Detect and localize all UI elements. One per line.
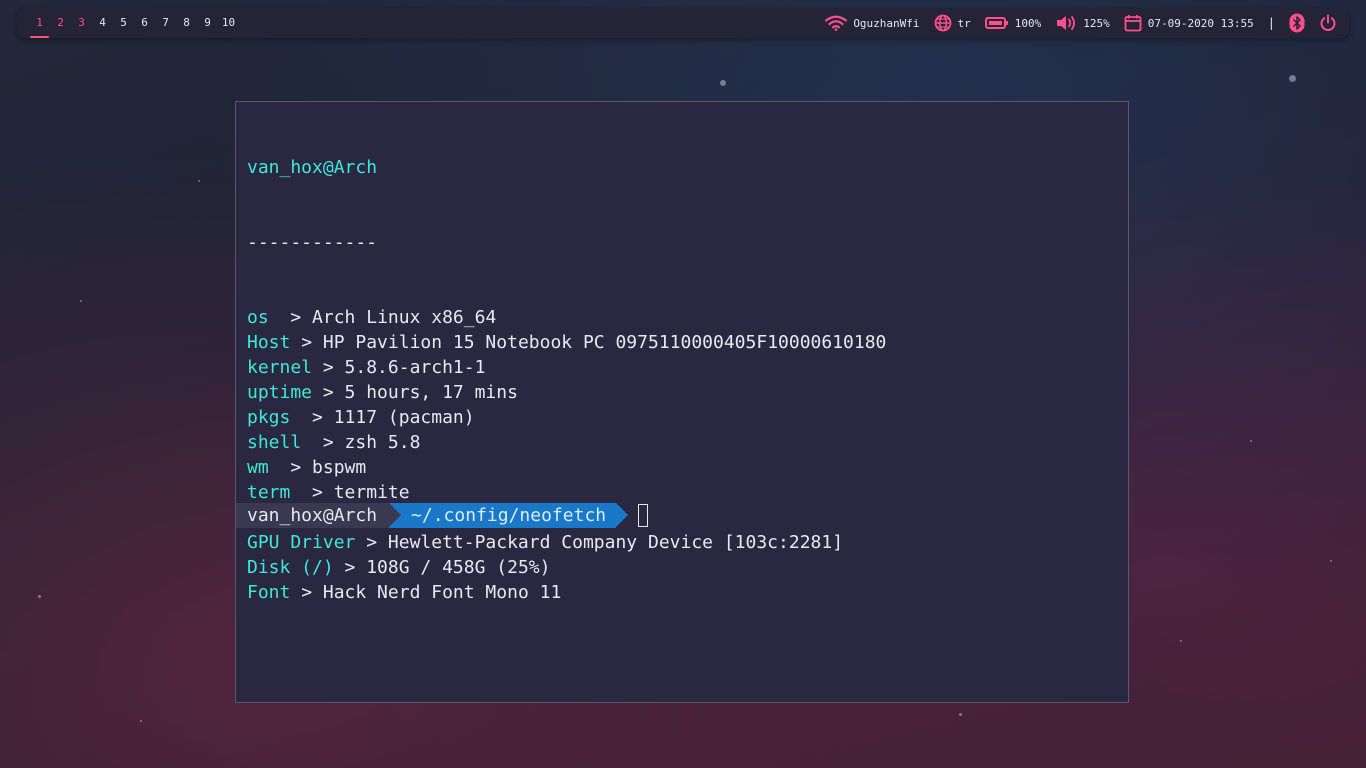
bluetooth-icon [1289, 13, 1305, 33]
info-padding [269, 307, 291, 328]
wifi-icon [825, 15, 848, 31]
info-value: > 108G / 458G (25%) [344, 557, 551, 578]
background-star [1180, 640, 1182, 642]
workspace-7[interactable]: 7 [155, 8, 176, 38]
background-star [720, 80, 726, 86]
background-star [80, 300, 82, 302]
info-key: Disk (/) [247, 557, 334, 578]
info-padding [290, 407, 312, 428]
info-padding [301, 432, 323, 453]
prompt-directory-segment: ~/.config/neofetch [389, 503, 629, 528]
info-padding [355, 532, 366, 553]
background-star [140, 720, 142, 722]
power-icon [1319, 14, 1337, 32]
info-key: term [247, 482, 291, 503]
info-value: > 5 hours, 17 mins [322, 382, 518, 403]
calendar-icon [1124, 14, 1142, 32]
neofetch-info-row: uptime > 5 hours, 17 mins [247, 380, 886, 405]
neofetch-header: van_hox@Arch [247, 157, 378, 178]
workspace-5[interactable]: 5 [113, 8, 134, 38]
info-value: > 1117 (pacman) [312, 407, 475, 428]
workspace-6[interactable]: 6 [134, 8, 155, 38]
info-key: pkgs [247, 407, 291, 428]
volume-level: 125% [1083, 16, 1110, 30]
info-value: > 5.8.6-arch1-1 [322, 357, 486, 378]
workspace-10[interactable]: 10 [218, 8, 239, 38]
shell-prompt[interactable]: van_hox@Arch ~/.config/neofetch [236, 503, 649, 528]
info-key: GPU Driver [247, 532, 356, 553]
info-key: wm [247, 457, 269, 478]
info-value: > bspwm [290, 457, 367, 478]
background-star [1330, 560, 1332, 562]
terminal-cursor [638, 504, 649, 527]
background-star [1250, 440, 1252, 442]
info-value: > zsh 5.8 [322, 432, 421, 453]
terminal-window[interactable]: van_hox@Arch ------------ os > Arch Linu… [235, 101, 1129, 703]
volume-icon [1055, 14, 1077, 32]
neofetch-info-row: kernel > 5.8.6-arch1-1 [247, 355, 886, 380]
bar-separator: | [1267, 16, 1275, 30]
neofetch-underline: ------------ [247, 232, 378, 253]
workspace-1[interactable]: 1 [29, 8, 50, 38]
info-value: > Hewlett-Packard Company Device [103c:2… [366, 532, 844, 553]
battery-module[interactable]: 100% [984, 16, 1042, 30]
globe-icon [934, 14, 952, 32]
date-module[interactable]: 07-09-2020 13:55 [1124, 14, 1254, 32]
info-padding [269, 457, 291, 478]
neofetch-info-row: pkgs > 1117 (pacman) [247, 405, 886, 430]
bar-modules: OguzhanWfi tr 100% 125% 07-09-2020 13:55… [811, 8, 1337, 38]
battery-level: 100% [1014, 16, 1042, 30]
keyboard-layout-label: tr [957, 16, 971, 30]
info-key: uptime [247, 382, 313, 403]
neofetch-info-row: term > termite [247, 480, 886, 505]
info-key: shell [247, 432, 302, 453]
background-star [959, 713, 962, 716]
info-value: > Hack Nerd Font Mono 11 [301, 582, 562, 603]
info-padding [290, 582, 301, 603]
background-star [198, 180, 200, 182]
workspace-4[interactable]: 4 [92, 8, 113, 38]
info-value: > termite [312, 482, 410, 503]
neofetch-info-list: os > Arch Linux x86_64 Host > HP Pavilion… [247, 305, 886, 605]
prompt-user-segment: van_hox@Arch [236, 503, 402, 528]
date-time: 07-09-2020 13:55 [1147, 16, 1254, 30]
neofetch-info-row: Host > HP Pavilion 15 Notebook PC 097511… [247, 330, 886, 355]
info-padding [290, 482, 312, 503]
info-key: os [247, 307, 269, 328]
info-padding [334, 557, 345, 578]
battery-icon [984, 16, 1009, 30]
volume-module[interactable]: 125% [1055, 14, 1110, 32]
info-key: Font [247, 582, 291, 603]
wifi-module[interactable]: OguzhanWfi [825, 15, 920, 31]
keyboard-layout-module[interactable]: tr [934, 14, 971, 32]
bluetooth-button[interactable] [1289, 13, 1305, 33]
info-padding [312, 357, 323, 378]
neofetch-output: van_hox@Arch ------------ os > Arch Linu… [247, 105, 886, 655]
power-button[interactable] [1319, 14, 1337, 32]
wifi-ssid: OguzhanWfi [853, 16, 920, 30]
background-star [38, 595, 41, 598]
status-bar: 1 2 3 4 5 6 7 8 9 10 OguzhanWfi tr 100% … [17, 8, 1349, 38]
info-key: kernel [247, 357, 313, 378]
neofetch-info-row: GPU Driver > Hewlett-Packard Company Dev… [247, 530, 886, 555]
workspace-2[interactable]: 2 [50, 8, 71, 38]
info-padding [312, 382, 323, 403]
info-value: > HP Pavilion 15 Notebook PC 09751100004… [301, 332, 887, 353]
background-star [1289, 75, 1296, 82]
info-padding [290, 332, 301, 353]
workspace-3[interactable]: 3 [71, 8, 92, 38]
neofetch-info-row: os > Arch Linux x86_64 [247, 305, 886, 330]
workspace-9[interactable]: 9 [197, 8, 218, 38]
neofetch-info-row: Disk (/) > 108G / 458G (25%) [247, 555, 886, 580]
neofetch-info-row: wm > bspwm [247, 455, 886, 480]
info-key: Host [247, 332, 291, 353]
workspace-8[interactable]: 8 [176, 8, 197, 38]
workspace-list: 1 2 3 4 5 6 7 8 9 10 [29, 8, 239, 38]
info-value: > Arch Linux x86_64 [290, 307, 497, 328]
neofetch-info-row: shell > zsh 5.8 [247, 430, 886, 455]
neofetch-info-row: Font > Hack Nerd Font Mono 11 [247, 580, 886, 605]
